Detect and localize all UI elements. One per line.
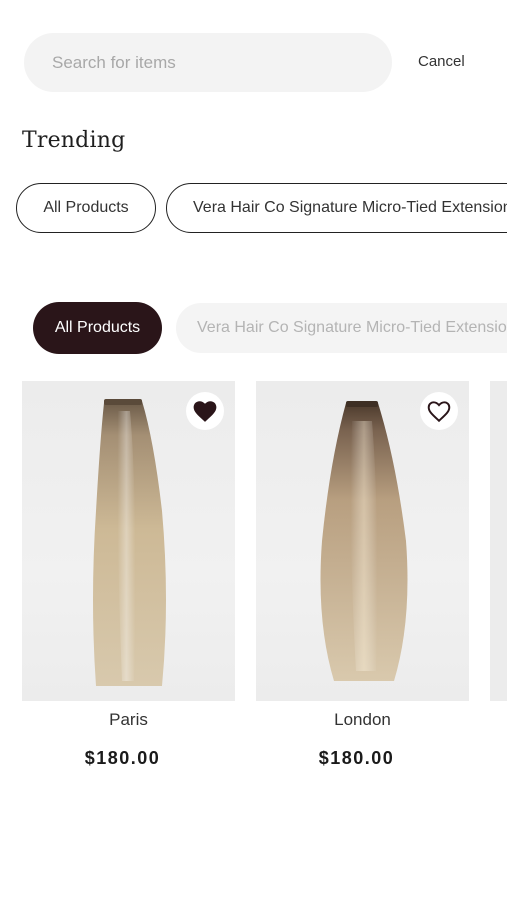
trending-chip-all-products[interactable]: All Products <box>16 183 156 233</box>
favorite-button[interactable] <box>420 392 458 430</box>
chip-label: Vera Hair Co Signature Micro-Tied Extens… <box>193 199 507 216</box>
chip-label: Vera Hair Co Signature Micro-Tied Extens… <box>197 319 507 336</box>
search-box[interactable] <box>24 33 392 92</box>
product-price: $180.00 <box>84 748 161 768</box>
chip-label: All Products <box>43 199 129 216</box>
product-card[interactable]: London $180.00 <box>256 381 469 768</box>
product-price: $180.00 <box>318 748 395 768</box>
product-card-partial[interactable] <box>490 381 507 701</box>
category-filter-row: All Products Vera Hair Co Signature Micr… <box>0 302 507 356</box>
product-image[interactable] <box>256 381 469 701</box>
heart-outline-icon <box>427 401 451 423</box>
trending-chip-row: All Products Vera Hair Co Signature Micr… <box>0 183 507 237</box>
product-name[interactable]: Paris <box>22 710 235 730</box>
heart-filled-icon <box>193 401 217 422</box>
search-input[interactable] <box>50 51 374 74</box>
favorite-button[interactable] <box>186 392 224 430</box>
product-name[interactable]: London <box>256 710 469 730</box>
trending-heading: Trending <box>22 128 126 153</box>
filter-chip-all-products[interactable]: All Products <box>33 302 162 354</box>
filter-chip-vera-signature[interactable]: Vera Hair Co Signature Micro-Tied Extens… <box>176 303 507 353</box>
product-image[interactable] <box>22 381 235 701</box>
product-image[interactable] <box>490 381 507 701</box>
chip-label: All Products <box>54 319 141 336</box>
trending-chip-vera-signature[interactable]: Vera Hair Co Signature Micro-Tied Extens… <box>166 183 507 233</box>
product-card[interactable]: Paris $180.00 <box>22 381 235 768</box>
cancel-button[interactable]: Cancel <box>418 53 465 70</box>
